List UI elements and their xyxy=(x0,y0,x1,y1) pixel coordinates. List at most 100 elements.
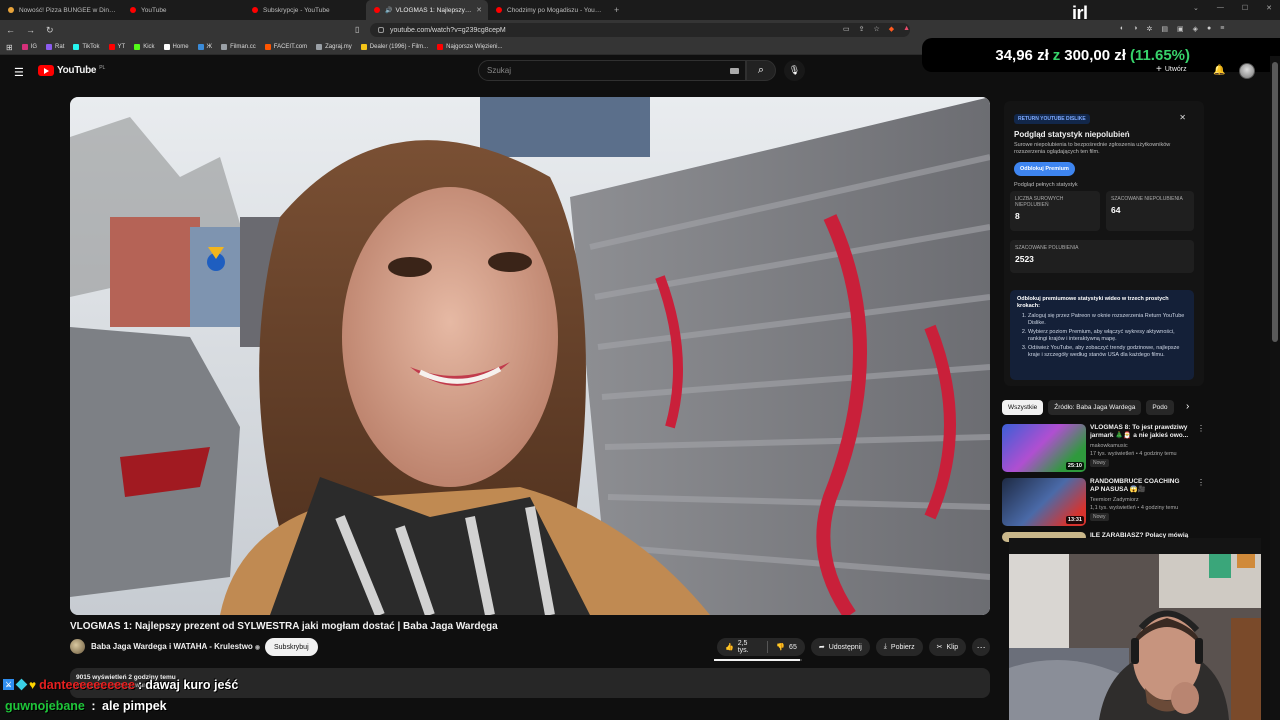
bookmark-filman[interactable]: Filman.cc xyxy=(221,44,256,50)
video-player[interactable] xyxy=(70,97,990,615)
recommended-video[interactable]: 25:10 VLOGMAS 8: To jest prawdziwy jarma… xyxy=(1002,424,1205,474)
bookmark-icon[interactable]: ▯ xyxy=(355,25,359,34)
recommended-channel[interactable]: makowkamusic xyxy=(1090,443,1128,449)
close-window-icon[interactable]: ✕ xyxy=(1266,4,1272,12)
chat-message: guwnojebane : ale pimpek xyxy=(5,699,167,713)
keyboard-icon[interactable] xyxy=(730,68,739,74)
apps-grid-icon[interactable]: ⊞ xyxy=(6,43,13,52)
video-thumbnail[interactable]: 25:10 xyxy=(1002,424,1086,472)
plus-icon: + xyxy=(1156,64,1162,75)
sidebar-icon[interactable]: ▤ xyxy=(1161,25,1168,33)
globe-icon xyxy=(221,44,228,50)
menu-icon[interactable]: ≡ xyxy=(1220,25,1224,33)
site-info-icon[interactable] xyxy=(378,27,384,33)
recommended-title[interactable]: RANDOMBRUCE COACHING AP NASUSA 😱🎥 xyxy=(1090,478,1190,494)
heart-badge-icon: ♥ xyxy=(29,677,37,692)
new-tab-icon[interactable]: + xyxy=(614,5,619,15)
premium-promo: Odblokuj premiumowe statystyki wideo w t… xyxy=(1010,290,1194,380)
chip-all[interactable]: Wszystkie xyxy=(1002,399,1044,415)
bookmark-zh[interactable]: Ж xyxy=(197,44,212,50)
clip-button[interactable]: ✂ Klip xyxy=(928,638,967,656)
unlock-premium-button[interactable]: Odblokuj Premium xyxy=(1014,162,1075,176)
chip-source[interactable]: Źródło: Baba Jaga Wardega xyxy=(1048,399,1142,415)
maximize-icon[interactable]: ☐ xyxy=(1242,4,1248,12)
channel-name[interactable]: Baba Jaga Wardega i WATAHA - Krulestwo ◉ xyxy=(91,642,260,651)
share-button[interactable]: ➦ Udostępnij xyxy=(810,638,870,656)
dislike-button[interactable]: 👎 65 xyxy=(768,638,805,656)
extension-icon[interactable]: ◐ xyxy=(1120,25,1124,33)
cast-icon[interactable]: ▭ xyxy=(843,25,850,33)
bookmark-kick[interactable]: Kick xyxy=(134,44,155,50)
more-actions-button[interactable]: ⋯ xyxy=(972,638,990,656)
wallet-icon[interactable]: ▣ xyxy=(1177,25,1184,33)
browser-tab-dino[interactable]: Nowość! Pizza BUNGEE w Dino 🍕😱 xyxy=(0,0,122,20)
vpn-icon[interactable]: ◈ xyxy=(1193,25,1198,33)
recommended-title[interactable]: VLOGMAS 8: To jest prawdziwy jarmark 🎄🎅 … xyxy=(1090,424,1190,440)
youtube-icon xyxy=(496,7,502,13)
close-icon[interactable]: ✕ xyxy=(1179,113,1186,122)
create-button[interactable]: + Utwórz xyxy=(1156,64,1187,75)
scissors-icon: ✂ xyxy=(936,644,943,651)
video-frame xyxy=(70,97,990,615)
browser-tab-mogadishu[interactable]: Chodzimy po Mogadiszu - YouTube xyxy=(488,0,610,20)
recommended-video[interactable]: 13:31 RANDOMBRUCE COACHING AP NASUSA 😱🎥 … xyxy=(1002,478,1205,528)
minimize-icon[interactable]: — xyxy=(1217,4,1224,12)
page-scrollbar[interactable] xyxy=(1270,56,1280,720)
more-vertical-icon[interactable]: ⋮ xyxy=(1197,424,1205,433)
channel-avatar[interactable] xyxy=(70,639,85,654)
notifications-bell-icon[interactable]: 🔔 xyxy=(1213,65,1225,76)
recommended-channel[interactable]: Teemiorr Zadymiorz xyxy=(1090,497,1139,503)
search-input[interactable]: Szukaj xyxy=(478,60,746,81)
chevron-right-icon[interactable]: › xyxy=(1186,401,1189,412)
youtube-icon xyxy=(252,7,258,13)
forward-icon[interactable]: → xyxy=(26,25,40,35)
bookmark-yt[interactable]: YT xyxy=(108,44,125,50)
bookmark-faceit[interactable]: FACEIT.com xyxy=(264,44,307,50)
back-icon[interactable]: ← xyxy=(6,25,20,35)
bookmark-tiktok[interactable]: TikTok xyxy=(73,44,100,50)
video-thumbnail[interactable]: 13:31 xyxy=(1002,478,1086,526)
bookmark-rat[interactable]: Rat xyxy=(46,44,64,50)
rat-icon xyxy=(46,44,53,50)
voice-search-button[interactable]: 🎙 xyxy=(784,60,805,81)
ryd-panel: RETURN YOUTUBE DISLIKE ✕ Podgląd statyst… xyxy=(1004,101,1204,386)
tab-search-icon[interactable]: ⌄ xyxy=(1193,4,1199,12)
download-button[interactable]: ⤓ Pobierz xyxy=(875,638,923,656)
like-button[interactable]: 👍 2,5 tys. xyxy=(717,638,767,656)
chat-text: dawaj kuro jeść xyxy=(145,677,239,692)
speaker-icon[interactable]: 🔊 xyxy=(385,7,392,14)
chat-username: guwnojebane xyxy=(5,699,85,713)
more-vertical-icon[interactable]: ⋮ xyxy=(1197,478,1205,487)
profile-icon[interactable]: ● xyxy=(1207,25,1211,33)
reload-icon[interactable]: ↻ xyxy=(46,25,60,36)
browser-tab-subscriptions[interactable]: Subskrypcje - YouTube xyxy=(244,0,366,20)
search-button[interactable]: ⌕ xyxy=(746,60,776,81)
account-avatar[interactable] xyxy=(1239,63,1255,79)
hamburger-menu-icon[interactable]: ☰ xyxy=(14,66,24,79)
extension-icon[interactable]: ◑ xyxy=(1133,25,1137,33)
share-icon[interactable]: ⇪ xyxy=(859,25,865,33)
imdb-icon xyxy=(360,44,367,50)
url-field[interactable]: youtube.com/watch?v=g239cg8cepM xyxy=(370,23,910,37)
browser-tab-youtube[interactable]: YouTube xyxy=(122,0,244,20)
bookmark-zagraj[interactable]: Zagraj.my xyxy=(316,44,352,50)
scrollbar-thumb[interactable] xyxy=(1272,62,1278,342)
browser-tab-strip: Nowość! Pizza BUNGEE w Dino 🍕😱 YouTube S… xyxy=(0,0,1280,23)
full-stats-link[interactable]: Podgląd pełnych statystyk xyxy=(1014,182,1198,188)
browser-tab-vlogmas[interactable]: 🔊VLOGMAS 1: Najlepszy prezent✕ xyxy=(366,0,488,20)
bookmark-home[interactable]: Home xyxy=(163,44,189,50)
more-horizontal-icon: ⋯ xyxy=(976,641,986,652)
puzzle-icon[interactable]: ✲ xyxy=(1146,25,1152,33)
star-icon[interactable]: ☆ xyxy=(874,25,880,33)
chip-similar[interactable]: Podo xyxy=(1146,399,1174,415)
bookmark-ig[interactable]: IG xyxy=(21,44,37,50)
rewards-icon[interactable]: ▲ xyxy=(903,25,910,33)
brave-icon[interactable]: ◆ xyxy=(889,25,894,33)
subscribe-button[interactable]: Subskrybuj xyxy=(265,638,318,656)
close-tab-icon[interactable]: ✕ xyxy=(476,6,482,14)
moderator-badge-icon: ⚔ xyxy=(3,679,14,690)
youtube-logo[interactable]: YouTube PL xyxy=(38,65,105,76)
bookmark-wiezienia[interactable]: Najgorsze Więzieni... xyxy=(437,44,503,50)
bookmark-dealer[interactable]: Dealer (1996) - Film... xyxy=(360,44,428,50)
video-actions: 👍 2,5 tys. 👎 65 ➦ Udostępnij ⤓ Pobierz ✂ Klip… xyxy=(717,638,990,656)
